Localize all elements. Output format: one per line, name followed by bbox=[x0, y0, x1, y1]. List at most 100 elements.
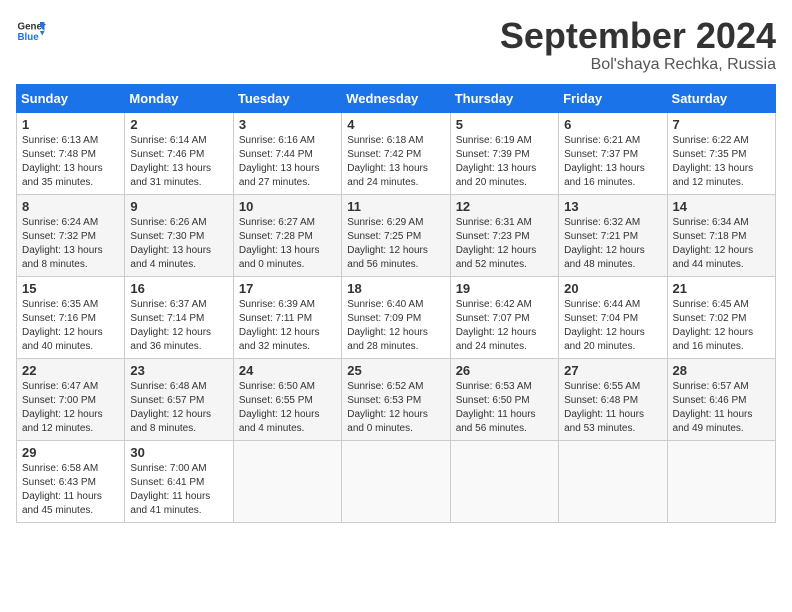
calendar-cell bbox=[667, 440, 775, 522]
calendar-cell: 21 Sunrise: 6:45 AM Sunset: 7:02 PM Dayli… bbox=[667, 276, 775, 358]
day-number: 25 bbox=[347, 363, 444, 378]
day-info: Sunrise: 6:53 AM Sunset: 6:50 PM Dayligh… bbox=[456, 380, 553, 436]
calendar-cell: 9 Sunrise: 6:26 AM Sunset: 7:30 PM Daylig… bbox=[125, 194, 233, 276]
calendar-cell: 6 Sunrise: 6:21 AM Sunset: 7:37 PM Daylig… bbox=[559, 112, 667, 194]
day-header-wednesday: Wednesday bbox=[342, 84, 450, 112]
day-number: 23 bbox=[130, 363, 227, 378]
day-info: Sunrise: 6:32 AM Sunset: 7:21 PM Dayligh… bbox=[564, 216, 661, 272]
calendar-cell: 8 Sunrise: 6:24 AM Sunset: 7:32 PM Daylig… bbox=[17, 194, 125, 276]
day-info: Sunrise: 7:00 AM Sunset: 6:41 PM Dayligh… bbox=[130, 462, 227, 518]
day-info: Sunrise: 6:37 AM Sunset: 7:14 PM Dayligh… bbox=[130, 298, 227, 354]
day-number: 16 bbox=[130, 281, 227, 296]
calendar-cell: 30 Sunrise: 7:00 AM Sunset: 6:41 PM Dayli… bbox=[125, 440, 233, 522]
day-info: Sunrise: 6:39 AM Sunset: 7:11 PM Dayligh… bbox=[239, 298, 336, 354]
day-number: 6 bbox=[564, 117, 661, 132]
day-number: 11 bbox=[347, 199, 444, 214]
calendar-cell: 1 Sunrise: 6:13 AM Sunset: 7:48 PM Daylig… bbox=[17, 112, 125, 194]
calendar-cell: 23 Sunrise: 6:48 AM Sunset: 6:57 PM Dayli… bbox=[125, 358, 233, 440]
day-number: 17 bbox=[239, 281, 336, 296]
day-number: 2 bbox=[130, 117, 227, 132]
calendar-cell: 5 Sunrise: 6:19 AM Sunset: 7:39 PM Daylig… bbox=[450, 112, 558, 194]
day-number: 7 bbox=[673, 117, 770, 132]
day-number: 18 bbox=[347, 281, 444, 296]
day-info: Sunrise: 6:27 AM Sunset: 7:28 PM Dayligh… bbox=[239, 216, 336, 272]
day-header-tuesday: Tuesday bbox=[233, 84, 341, 112]
day-number: 1 bbox=[22, 117, 119, 132]
calendar-cell: 17 Sunrise: 6:39 AM Sunset: 7:11 PM Dayli… bbox=[233, 276, 341, 358]
day-info: Sunrise: 6:50 AM Sunset: 6:55 PM Dayligh… bbox=[239, 380, 336, 436]
day-number: 29 bbox=[22, 445, 119, 460]
day-number: 9 bbox=[130, 199, 227, 214]
day-number: 21 bbox=[673, 281, 770, 296]
calendar-cell bbox=[450, 440, 558, 522]
calendar-cell bbox=[342, 440, 450, 522]
calendar-cell: 13 Sunrise: 6:32 AM Sunset: 7:21 PM Dayli… bbox=[559, 194, 667, 276]
day-info: Sunrise: 6:22 AM Sunset: 7:35 PM Dayligh… bbox=[673, 134, 770, 190]
day-info: Sunrise: 6:16 AM Sunset: 7:44 PM Dayligh… bbox=[239, 134, 336, 190]
day-number: 24 bbox=[239, 363, 336, 378]
day-info: Sunrise: 6:24 AM Sunset: 7:32 PM Dayligh… bbox=[22, 216, 119, 272]
calendar-cell: 11 Sunrise: 6:29 AM Sunset: 7:25 PM Dayli… bbox=[342, 194, 450, 276]
calendar-table: SundayMondayTuesdayWednesdayThursdayFrid… bbox=[16, 84, 776, 523]
calendar-cell: 15 Sunrise: 6:35 AM Sunset: 7:16 PM Dayli… bbox=[17, 276, 125, 358]
calendar-cell: 18 Sunrise: 6:40 AM Sunset: 7:09 PM Dayli… bbox=[342, 276, 450, 358]
day-info: Sunrise: 6:18 AM Sunset: 7:42 PM Dayligh… bbox=[347, 134, 444, 190]
day-info: Sunrise: 6:45 AM Sunset: 7:02 PM Dayligh… bbox=[673, 298, 770, 354]
day-number: 19 bbox=[456, 281, 553, 296]
day-number: 15 bbox=[22, 281, 119, 296]
day-number: 22 bbox=[22, 363, 119, 378]
day-info: Sunrise: 6:21 AM Sunset: 7:37 PM Dayligh… bbox=[564, 134, 661, 190]
title-block: September 2024 Bol'shaya Rechka, Russia bbox=[500, 16, 776, 74]
calendar-cell: 28 Sunrise: 6:57 AM Sunset: 6:46 PM Dayli… bbox=[667, 358, 775, 440]
day-info: Sunrise: 6:19 AM Sunset: 7:39 PM Dayligh… bbox=[456, 134, 553, 190]
calendar-cell: 22Sunrise: 6:47 AM Sunset: 7:00 PM Dayli… bbox=[17, 358, 125, 440]
day-header-friday: Friday bbox=[559, 84, 667, 112]
calendar-cell: 14 Sunrise: 6:34 AM Sunset: 7:18 PM Dayli… bbox=[667, 194, 775, 276]
calendar-cell: 2 Sunrise: 6:14 AM Sunset: 7:46 PM Daylig… bbox=[125, 112, 233, 194]
day-number: 20 bbox=[564, 281, 661, 296]
calendar-cell: 7 Sunrise: 6:22 AM Sunset: 7:35 PM Daylig… bbox=[667, 112, 775, 194]
day-header-sunday: Sunday bbox=[17, 84, 125, 112]
month-title: September 2024 bbox=[500, 16, 776, 56]
calendar-cell: 20 Sunrise: 6:44 AM Sunset: 7:04 PM Dayli… bbox=[559, 276, 667, 358]
calendar-cell: 4 Sunrise: 6:18 AM Sunset: 7:42 PM Daylig… bbox=[342, 112, 450, 194]
day-info: Sunrise: 6:29 AM Sunset: 7:25 PM Dayligh… bbox=[347, 216, 444, 272]
day-number: 27 bbox=[564, 363, 661, 378]
day-number: 12 bbox=[456, 199, 553, 214]
calendar-cell: 3 Sunrise: 6:16 AM Sunset: 7:44 PM Daylig… bbox=[233, 112, 341, 194]
location: Bol'shaya Rechka, Russia bbox=[500, 56, 776, 74]
calendar-cell bbox=[559, 440, 667, 522]
day-info: Sunrise: 6:52 AM Sunset: 6:53 PM Dayligh… bbox=[347, 380, 444, 436]
day-info: Sunrise: 6:48 AM Sunset: 6:57 PM Dayligh… bbox=[130, 380, 227, 436]
day-info: Sunrise: 6:26 AM Sunset: 7:30 PM Dayligh… bbox=[130, 216, 227, 272]
days-header-row: SundayMondayTuesdayWednesdayThursdayFrid… bbox=[17, 84, 776, 112]
day-info: Sunrise: 6:44 AM Sunset: 7:04 PM Dayligh… bbox=[564, 298, 661, 354]
day-number: 28 bbox=[673, 363, 770, 378]
day-info: Sunrise: 6:35 AM Sunset: 7:16 PM Dayligh… bbox=[22, 298, 119, 354]
day-number: 30 bbox=[130, 445, 227, 460]
day-number: 26 bbox=[456, 363, 553, 378]
day-number: 14 bbox=[673, 199, 770, 214]
day-info: Sunrise: 6:55 AM Sunset: 6:48 PM Dayligh… bbox=[564, 380, 661, 436]
day-info: Sunrise: 6:34 AM Sunset: 7:18 PM Dayligh… bbox=[673, 216, 770, 272]
svg-text:Blue: Blue bbox=[18, 32, 40, 43]
calendar-cell: 12 Sunrise: 6:31 AM Sunset: 7:23 PM Dayli… bbox=[450, 194, 558, 276]
day-info: Sunrise: 6:31 AM Sunset: 7:23 PM Dayligh… bbox=[456, 216, 553, 272]
page-header: General Blue September 2024 Bol'shaya Re… bbox=[16, 16, 776, 74]
day-number: 3 bbox=[239, 117, 336, 132]
day-header-thursday: Thursday bbox=[450, 84, 558, 112]
calendar-cell: 25 Sunrise: 6:52 AM Sunset: 6:53 PM Dayli… bbox=[342, 358, 450, 440]
day-info: Sunrise: 6:40 AM Sunset: 7:09 PM Dayligh… bbox=[347, 298, 444, 354]
day-number: 5 bbox=[456, 117, 553, 132]
day-number: 4 bbox=[347, 117, 444, 132]
day-info: Sunrise: 6:14 AM Sunset: 7:46 PM Dayligh… bbox=[130, 134, 227, 190]
day-header-saturday: Saturday bbox=[667, 84, 775, 112]
day-info: Sunrise: 6:13 AM Sunset: 7:48 PM Dayligh… bbox=[22, 134, 119, 190]
day-info: Sunrise: 6:57 AM Sunset: 6:46 PM Dayligh… bbox=[673, 380, 770, 436]
day-info: Sunrise: 6:42 AM Sunset: 7:07 PM Dayligh… bbox=[456, 298, 553, 354]
day-info: Sunrise: 6:58 AM Sunset: 6:43 PM Dayligh… bbox=[22, 462, 119, 518]
day-number: 10 bbox=[239, 199, 336, 214]
day-number: 8 bbox=[22, 199, 119, 214]
day-number: 13 bbox=[564, 199, 661, 214]
calendar-cell: 24 Sunrise: 6:50 AM Sunset: 6:55 PM Dayli… bbox=[233, 358, 341, 440]
